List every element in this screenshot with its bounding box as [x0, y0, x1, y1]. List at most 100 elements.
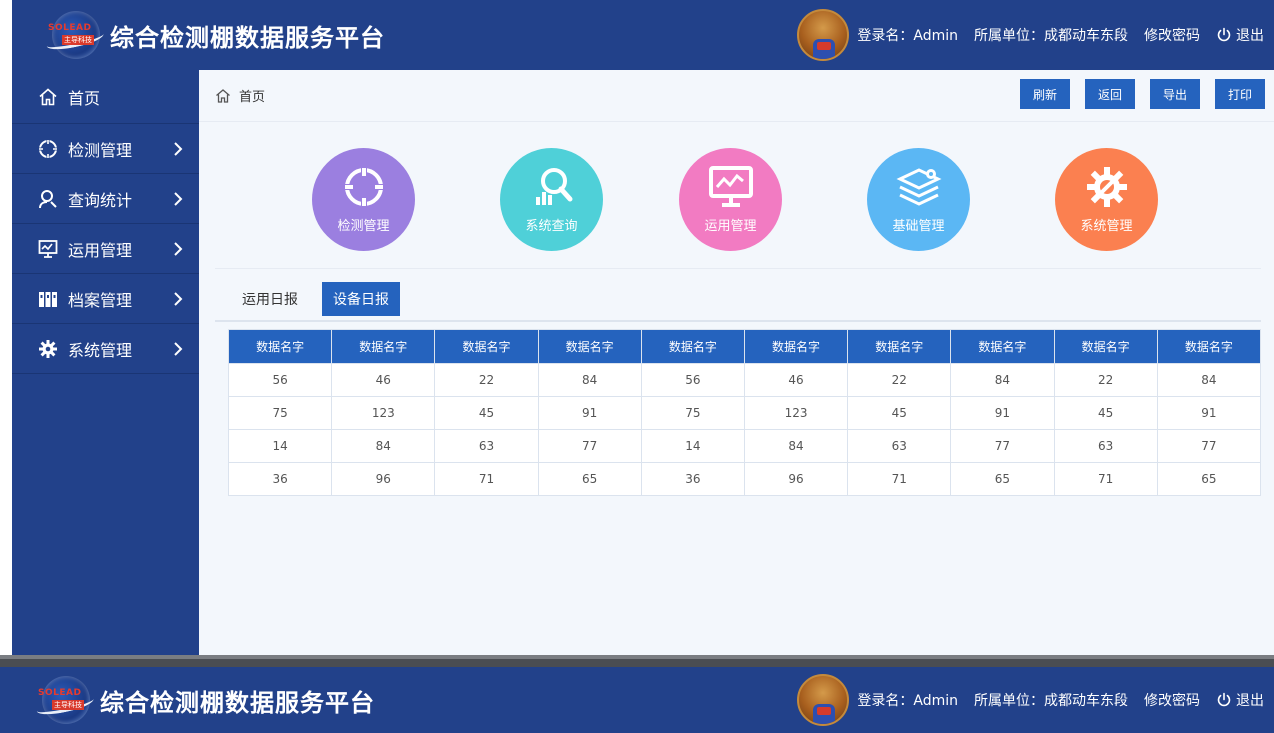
tab-underline [215, 320, 1261, 322]
company-logo: SOLEAD 主导科技 [44, 9, 106, 61]
table-cell: 46 [743, 363, 849, 397]
sidebar-item-system[interactable]: 系统管理 [12, 324, 199, 374]
table-cell: 22 [847, 363, 952, 397]
table-cell: 45 [434, 396, 539, 430]
gear-icon [38, 339, 58, 359]
tile-label: 系统查询 [525, 219, 578, 234]
table-cell: 71 [434, 462, 539, 496]
logo-text-bottom: 主导科技 [62, 35, 94, 45]
column-header[interactable]: 数据名字 [434, 329, 539, 364]
header-user-area: 登录名：Admin 所属单位：成都动车东段 修改密码 退出 [797, 0, 1264, 70]
header-user-area: 登录名：Admin 所属单位：成都动车东段 修改密码 退出 [797, 667, 1264, 733]
column-header[interactable]: 数据名字 [1053, 329, 1158, 364]
logout-label: 退出 [1236, 28, 1264, 44]
data-table: 数据名字 数据名字 数据名字 数据名字 数据名字 数据名字 数据名字 数据名字 … [227, 329, 1262, 496]
table-cell: 123 [743, 396, 849, 430]
power-icon [1217, 692, 1231, 707]
table-cell: 56 [227, 363, 333, 397]
home-icon [38, 87, 58, 107]
breadcrumb-bar: 首页 刷新 返回 导出 打印 [199, 70, 1274, 122]
table-cell: 84 [331, 429, 436, 463]
sidebar-item-inspection[interactable]: 检测管理 [12, 124, 199, 174]
table-cell: 63 [434, 429, 539, 463]
divider [215, 268, 1261, 269]
print-button[interactable]: 打印 [1215, 79, 1265, 109]
table-row: 56 46 22 84 56 46 22 84 22 84 [227, 363, 1262, 397]
binders-icon [38, 289, 58, 309]
table-cell: 84 [537, 363, 642, 397]
change-password-link[interactable]: 修改密码 [1144, 690, 1200, 710]
table-cell: 123 [331, 396, 436, 430]
table-cell: 77 [950, 429, 1055, 463]
app-frame: SOLEAD 主导科技 综合检测棚数据服务平台 登录名：Admin 所属单位：成… [12, 0, 1274, 655]
app-title: 综合检测棚数据服务平台 [100, 687, 375, 717]
toolbar: 刷新 返回 导出 打印 [1005, 79, 1265, 109]
search-person-icon [38, 189, 58, 209]
column-header[interactable]: 数据名字 [847, 329, 952, 364]
logout-button[interactable]: 退出 [1216, 25, 1264, 45]
breadcrumb[interactable]: 首页 [215, 86, 265, 105]
table-cell: 65 [537, 462, 642, 496]
main-content: 首页 刷新 返回 导出 打印 检测管理 系统查询 运用管理 基础管理 系统管理 … [199, 70, 1274, 655]
column-header[interactable]: 数据名字 [1156, 329, 1262, 364]
breadcrumb-label: 首页 [239, 90, 266, 105]
refresh-button[interactable]: 刷新 [1020, 79, 1070, 109]
table-cell: 14 [640, 429, 745, 463]
table-cell: 91 [537, 396, 642, 430]
monitor-chart-icon [708, 166, 753, 207]
column-header[interactable]: 数据名字 [640, 329, 745, 364]
tab-operation-daily[interactable]: 运用日报 [228, 282, 312, 316]
table-cell: 91 [1156, 396, 1262, 430]
back-button[interactable]: 返回 [1085, 79, 1135, 109]
table-cell: 46 [331, 363, 436, 397]
monitor-chart-icon [38, 239, 58, 259]
sidebar-item-label: 运用管理 [68, 240, 133, 260]
table-cell: 65 [1156, 462, 1262, 496]
login-name: 登录名：Admin [857, 28, 958, 44]
crosshair-icon [38, 138, 58, 159]
sidebar-item-query-stats[interactable]: 查询统计 [12, 174, 199, 224]
column-header[interactable]: 数据名字 [950, 329, 1055, 364]
tile-operation[interactable]: 运用管理 [679, 148, 782, 251]
table-cell: 22 [434, 363, 539, 397]
sidebar-item-home[interactable]: 首页 [12, 70, 199, 124]
table-cell: 22 [1053, 363, 1158, 397]
left-margin-strip [0, 0, 12, 655]
report-tabs: 运用日报 设备日报 [228, 282, 410, 316]
export-button[interactable]: 导出 [1150, 79, 1200, 109]
tile-system-query[interactable]: 系统查询 [500, 148, 603, 251]
tile-basic[interactable]: 基础管理 [867, 148, 970, 251]
sidebar-item-archives[interactable]: 档案管理 [12, 274, 199, 324]
column-header[interactable]: 数据名字 [743, 329, 849, 364]
chevron-right-icon [174, 241, 183, 256]
table-cell: 71 [1053, 462, 1158, 496]
table-cell: 84 [1156, 363, 1262, 397]
unit-name: 所属单位：成都动车东段 [974, 28, 1128, 44]
column-header[interactable]: 数据名字 [537, 329, 642, 364]
chevron-right-icon [174, 141, 183, 156]
column-header[interactable]: 数据名字 [331, 329, 436, 364]
avatar[interactable] [797, 674, 850, 726]
tab-equipment-daily[interactable]: 设备日报 [322, 282, 400, 316]
app-title: 综合检测棚数据服务平台 [110, 22, 385, 52]
tile-inspection[interactable]: 检测管理 [312, 148, 415, 251]
chevron-right-icon [174, 191, 183, 206]
column-header[interactable]: 数据名字 [227, 329, 333, 364]
sidebar-item-operation[interactable]: 运用管理 [12, 224, 199, 274]
table-cell: 63 [1053, 429, 1158, 463]
tile-system[interactable]: 系统管理 [1055, 148, 1158, 251]
avatar[interactable] [797, 9, 850, 61]
unit-name: 所属单位：成都动车东段 [974, 693, 1128, 709]
sidebar-item-label: 首页 [68, 88, 101, 108]
table-cell: 36 [640, 462, 745, 496]
table-cell: 84 [743, 429, 849, 463]
gear-wrench-icon [1086, 167, 1127, 207]
table-cell: 96 [331, 462, 436, 496]
table-cell: 96 [743, 462, 849, 496]
table-cell: 65 [950, 462, 1055, 496]
tile-label: 运用管理 [704, 219, 757, 234]
logout-button[interactable]: 退出 [1216, 690, 1264, 710]
table-cell: 71 [847, 462, 952, 496]
change-password-link[interactable]: 修改密码 [1144, 25, 1200, 45]
table-cell: 77 [537, 429, 642, 463]
